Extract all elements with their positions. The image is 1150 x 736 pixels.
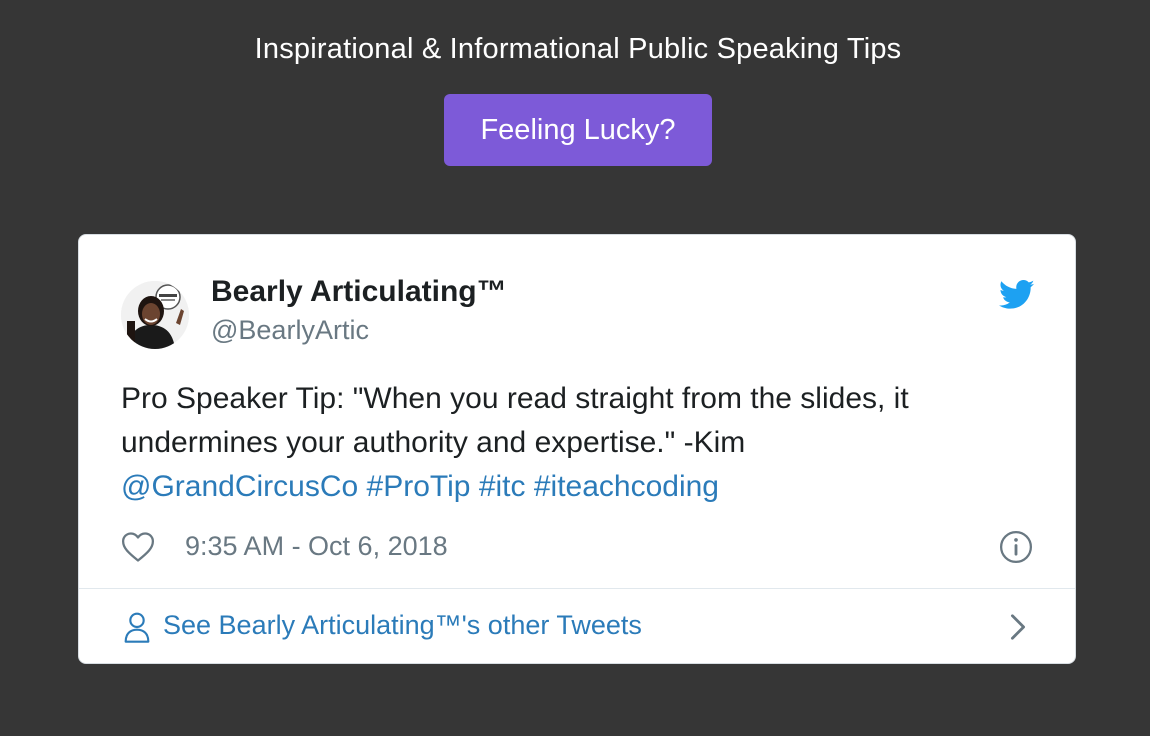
feeling-lucky-button[interactable]: Feeling Lucky? bbox=[444, 94, 712, 166]
tweet-timestamp[interactable]: 9:35 AM - Oct 6, 2018 bbox=[185, 531, 448, 562]
hashtag-link[interactable]: #itc bbox=[479, 470, 526, 503]
hashtag-link[interactable]: #ProTip bbox=[367, 470, 471, 503]
chevron-right-icon bbox=[1011, 614, 1025, 640]
avatar-image bbox=[121, 281, 189, 349]
tweet-links-line: @GrandCircusCo #ProTip #itc #iteachcodin… bbox=[121, 465, 1021, 509]
heart-icon[interactable] bbox=[121, 531, 155, 563]
hashtag-link[interactable]: #iteachcoding bbox=[534, 470, 719, 503]
see-other-tweets-label: See Bearly Articulating™'s other Tweets bbox=[163, 610, 642, 640]
tweet-text-line-2: undermines your authority and expertise.… bbox=[121, 426, 746, 459]
tweet-text: Pro Speaker Tip: "When you read straight… bbox=[121, 377, 1021, 509]
info-icon[interactable] bbox=[999, 530, 1033, 564]
author-name[interactable]: Bearly Articulating™ bbox=[211, 275, 507, 309]
page-title: Inspirational & Informational Public Spe… bbox=[254, 33, 902, 65]
embedded-tweet-card: Bearly Articulating™ @BearlyArtic Pro Sp… bbox=[78, 234, 1076, 664]
twitter-bird-icon[interactable] bbox=[999, 279, 1035, 311]
tweet-text-line-1: Pro Speaker Tip: "When you read straight… bbox=[121, 382, 909, 415]
avatar[interactable] bbox=[121, 281, 189, 349]
author-handle[interactable]: @BearlyArtic bbox=[211, 315, 369, 346]
person-icon bbox=[124, 612, 150, 643]
see-other-tweets-link[interactable]: See Bearly Articulating™'s other Tweets bbox=[79, 589, 1075, 663]
mention-link[interactable]: @GrandCircusCo bbox=[121, 470, 358, 503]
